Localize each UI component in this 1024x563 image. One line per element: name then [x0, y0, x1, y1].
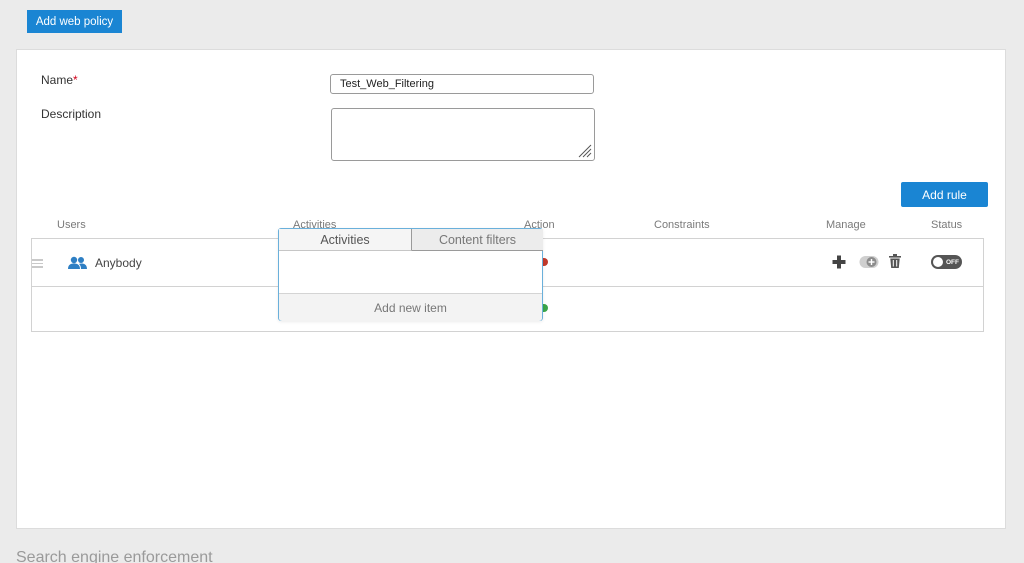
search-engine-enforcement-title: Search engine enforcement [16, 549, 213, 563]
column-header-status: Status [931, 219, 963, 231]
add-rule-button[interactable]: Add rule [901, 182, 988, 207]
status-toggle[interactable]: OFF [931, 255, 962, 269]
rule-user-name: Anybody [95, 256, 142, 270]
name-label: Name* [41, 73, 78, 87]
status-toggle-label: OFF [946, 258, 959, 266]
column-header-users: Users [57, 219, 86, 231]
drag-handle-icon[interactable] [32, 259, 44, 268]
description-textarea[interactable] [331, 108, 595, 161]
trash-icon[interactable] [889, 254, 901, 268]
allow-action-icon [543, 304, 548, 312]
status-toggle-knob [932, 256, 944, 268]
column-header-constraints: Constraints [654, 219, 710, 231]
tab-activities[interactable]: Activities [279, 229, 412, 251]
required-mark: * [73, 73, 78, 87]
description-label: Description [41, 107, 102, 121]
plus-icon[interactable] [832, 255, 846, 269]
tab-content-filters[interactable]: Content filters [412, 229, 543, 251]
users-group-icon [68, 256, 87, 269]
name-input[interactable] [330, 74, 594, 94]
toggle-add-icon[interactable] [859, 255, 879, 269]
activities-popover: Activities Content filters Add new item [278, 228, 543, 321]
resize-grip-icon[interactable] [577, 143, 592, 158]
column-header-manage: Manage [826, 219, 866, 231]
add-new-item-button[interactable]: Add new item [279, 293, 542, 321]
add-web-policy-button[interactable]: Add web policy [27, 10, 122, 33]
deny-action-icon [543, 258, 548, 266]
